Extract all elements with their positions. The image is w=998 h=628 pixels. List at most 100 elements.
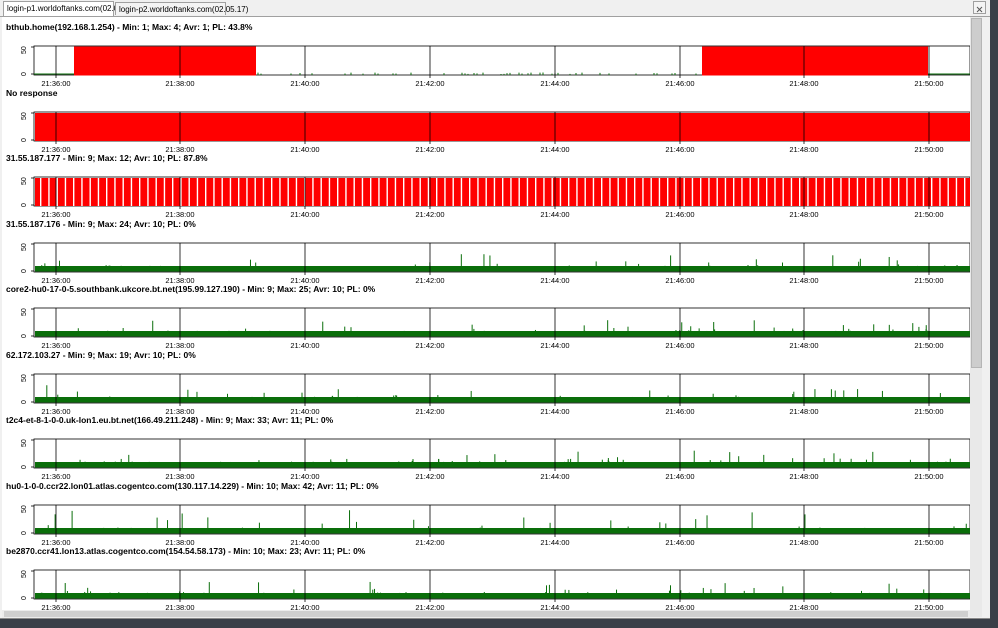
response-gap	[617, 178, 619, 206]
response-gap	[799, 178, 801, 206]
host-title: 31.55.187.176 - Min: 9; Max: 24; Avr: 10…	[6, 218, 196, 229]
response-gap	[700, 178, 702, 206]
response-gap	[964, 178, 966, 206]
response-gap	[196, 178, 199, 206]
response-gap	[766, 178, 768, 206]
response-gap	[724, 178, 727, 206]
y-tick-label-50: 50	[21, 374, 28, 382]
host-title: t2c4-et-8-1-0-0.uk-lon1.eu.bt.net(166.49…	[6, 415, 334, 425]
packet-loss-block	[702, 46, 928, 76]
host-title: be2870.ccr41.lon13.atlas.cogentco.com(15…	[6, 546, 366, 556]
ping-graph-panel: core2-hu0-17-0-5.southbank.ukcore.bt.net…	[2, 284, 970, 350]
latency-baseline	[35, 462, 970, 468]
ping-graph-panel: 31.55.187.177 - Min: 9; Max: 12; Avr: 10…	[2, 153, 970, 219]
response-gap	[147, 178, 149, 206]
response-gap	[609, 178, 611, 206]
response-gap	[287, 178, 289, 206]
y-tick-label-0: 0	[21, 138, 28, 142]
ping-chart: 50021:36:00 21:38:00 21:40:00 21:42:00 21:44…	[21, 176, 970, 219]
tab-login-p1[interactable]: login-p1.worldoftanks.com(02.05.17)	[3, 1, 136, 16]
y-tick-label-0: 0	[21, 400, 28, 404]
response-gap	[691, 178, 694, 206]
ping-graph-panel: bthub.home(192.168.1.254) - Min: 1; Max:…	[2, 22, 970, 88]
host-title: core2-hu0-17-0-5.southbank.ukcore.bt.net…	[6, 284, 376, 294]
response-gap	[865, 178, 867, 206]
host-title: No response	[6, 87, 58, 98]
response-gap	[48, 178, 50, 206]
desktop-background-bottom	[0, 619, 998, 628]
y-tick-label-50: 50	[21, 308, 28, 316]
response-gap	[658, 178, 661, 206]
response-gap	[708, 178, 710, 206]
response-gap	[898, 178, 900, 206]
latency-baseline	[35, 527, 970, 533]
response-gap	[955, 178, 958, 206]
y-tick-label-0: 0	[21, 269, 28, 273]
response-gap	[403, 178, 405, 206]
response-gap	[477, 178, 479, 206]
response-gap	[419, 178, 421, 206]
scroll-thumb[interactable]	[971, 18, 982, 368]
response-gap	[378, 178, 380, 206]
y-tick-label-0: 0	[21, 203, 28, 207]
ping-graph-panel: t2c4-et-8-1-0-0.uk-lon1.eu.bt.net(166.49…	[2, 415, 970, 481]
response-gap	[279, 178, 281, 206]
ping-chart: 50021:36:00 21:38:00 21:40:00 21:42:00 21:44…	[21, 504, 970, 547]
response-gap	[741, 178, 743, 206]
y-tick-label-0: 0	[21, 72, 28, 76]
ping-chart: 50021:36:00 21:38:00 21:40:00 21:42:00 21:44…	[21, 45, 970, 88]
ping-graph-panel: No response 50 0 21:36:00 21:38:00 21:40:00 21…	[2, 88, 970, 154]
response-gap	[889, 178, 892, 206]
response-gap	[97, 178, 100, 206]
response-gap	[543, 178, 545, 206]
response-gap	[130, 178, 133, 206]
close-tab-button[interactable]	[973, 1, 986, 14]
response-gap	[650, 178, 652, 206]
response-gap	[271, 178, 273, 206]
response-gap	[576, 178, 578, 206]
y-tick-label-50: 50	[21, 570, 28, 578]
y-tick-label-0: 0	[21, 531, 28, 535]
response-gap	[89, 178, 91, 206]
response-gap	[642, 178, 644, 206]
graph-area: bthub.home(192.168.1.254) - Min: 1; Max:…	[2, 17, 970, 617]
response-gap	[238, 178, 240, 206]
response-gap	[139, 178, 141, 206]
response-gap	[832, 178, 834, 206]
y-tick-label-50: 50	[21, 439, 28, 447]
response-gap	[782, 178, 784, 206]
horizontal-scroll-thumb[interactable]	[4, 611, 968, 617]
ping-chart: 50021:36:00 21:38:00 21:40:00 21:42:00 21:44…	[21, 373, 970, 416]
host-title: 31.55.187.177 - Min: 9; Max: 12; Avr: 10…	[6, 153, 208, 163]
packet-loss-block	[74, 46, 256, 76]
ping-chart: 50021:36:00 21:38:00 21:40:00 21:42:00 21:44…	[21, 569, 970, 612]
vertical-scrollbar[interactable]	[970, 17, 982, 617]
response-gap	[221, 178, 223, 206]
response-gap	[213, 178, 215, 206]
response-gap	[411, 178, 413, 206]
horizontal-scrollbar[interactable]	[2, 610, 970, 618]
latency-baseline	[35, 593, 970, 599]
response-gap	[493, 178, 496, 206]
response-gap	[155, 178, 157, 206]
tab-login-p2[interactable]: login-p2.worldoftanks.com(02.05.17)	[115, 2, 248, 15]
y-tick-label-0: 0	[21, 334, 28, 338]
response-gap	[683, 178, 685, 206]
y-tick-label-0: 0	[21, 465, 28, 469]
response-gap	[592, 178, 595, 206]
response-gap	[815, 178, 817, 206]
ping-graph-panel: 62.172.103.27 - Min: 9; Max: 19; Avr: 10…	[2, 350, 970, 416]
response-gap	[625, 178, 628, 206]
response-gap	[823, 178, 826, 206]
response-gap	[254, 178, 256, 206]
response-gap	[370, 178, 372, 206]
response-gap	[427, 178, 430, 206]
response-gap	[469, 178, 471, 206]
response-gap	[939, 178, 941, 206]
response-gap	[559, 178, 562, 206]
scroll-down-button[interactable]	[970, 607, 982, 617]
y-tick-label-50: 50	[21, 177, 28, 185]
response-gap	[873, 178, 875, 206]
response-gap	[634, 178, 636, 206]
response-gap	[452, 178, 454, 206]
